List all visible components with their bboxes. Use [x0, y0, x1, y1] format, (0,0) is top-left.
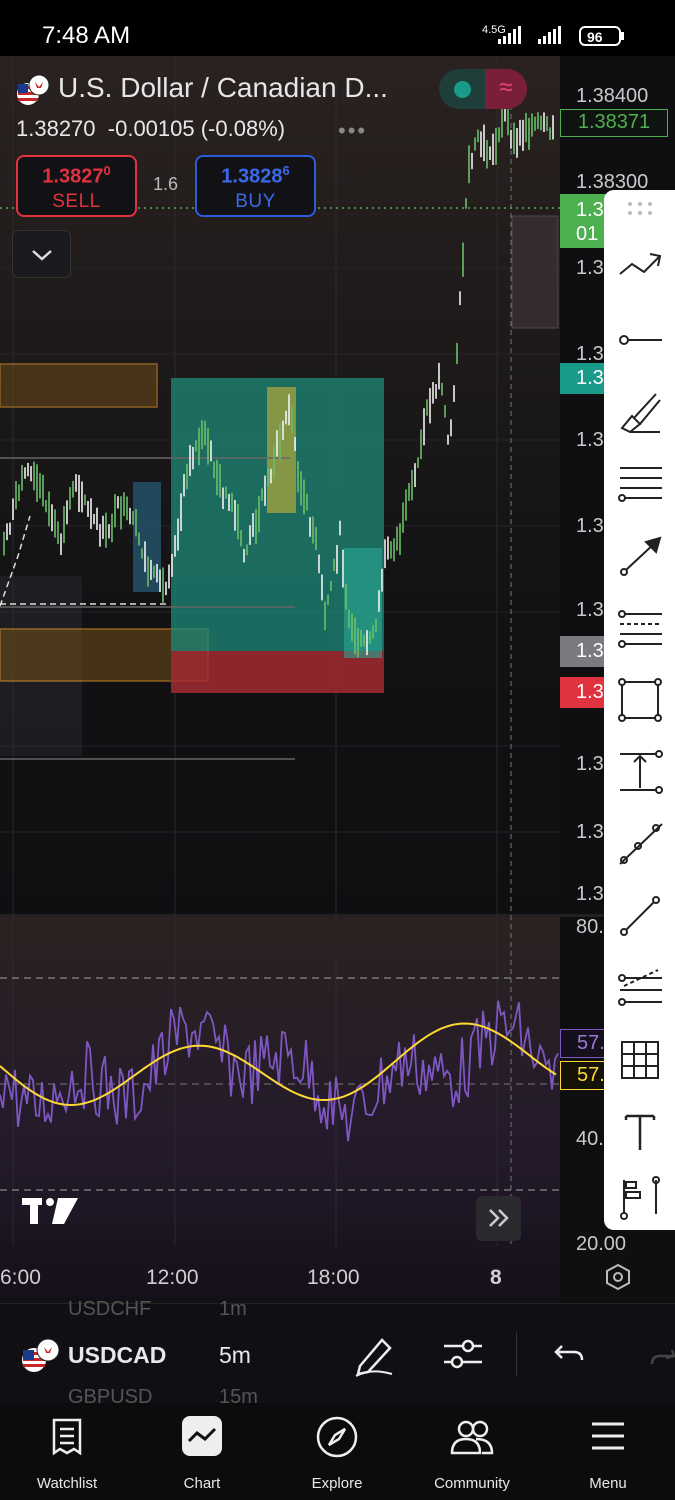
- buy-price: 1.3828: [221, 165, 283, 188]
- sell-price-small: 0: [103, 163, 111, 178]
- time-axis-label: 8: [490, 1266, 502, 1289]
- symbol-flag-icon: [20, 1338, 64, 1374]
- chart-icon: [182, 1416, 222, 1456]
- nav-chart[interactable]: Chart: [152, 1403, 252, 1500]
- indicator-settings-icon[interactable]: [442, 1334, 486, 1374]
- market-open-dot-icon: [454, 81, 471, 98]
- nav-label: Community: [434, 1475, 510, 1492]
- price-tag-teal: 1.3: [560, 363, 610, 394]
- price-axis-label: 1.3: [576, 429, 604, 451]
- toolbar-divider: [516, 1332, 517, 1376]
- interval-selector[interactable]: 5m: [219, 1342, 251, 1369]
- price-tag-red: 1.3: [560, 677, 610, 708]
- pitchfork-tool-icon[interactable]: [614, 962, 666, 1014]
- price-tag-green-bottom: 01: [576, 223, 599, 245]
- community-icon: [450, 1420, 494, 1455]
- toolbar-drag-handle-icon[interactable]: [614, 190, 666, 228]
- fib-channel-tool-icon[interactable]: [614, 602, 666, 654]
- symbol-title[interactable]: U.S. Dollar / Canadian D...: [58, 72, 388, 104]
- chevron-down-icon: [32, 250, 52, 261]
- compass-icon: [316, 1416, 358, 1458]
- sell-price: 1.3827: [42, 165, 104, 188]
- osc-axis-label: 80.: [576, 916, 604, 938]
- nav-explore[interactable]: Explore: [287, 1403, 387, 1500]
- price-tag-gray: 1.3: [560, 636, 610, 667]
- arrow-tool-icon[interactable]: [614, 530, 666, 582]
- rsi-value-tag: 57.: [560, 1029, 610, 1058]
- drawing-toolbar: [604, 190, 675, 1230]
- collapse-legend-button[interactable]: [12, 230, 71, 278]
- buy-price-small: 6: [282, 163, 290, 178]
- nav-label: Watchlist: [36, 1475, 98, 1492]
- price-tag-green: 1.3 01: [560, 194, 610, 248]
- last-price: 1.38270: [16, 116, 96, 141]
- nav-community[interactable]: Community: [422, 1403, 522, 1500]
- time-axis-label: 12:00: [146, 1266, 199, 1289]
- nav-label: Chart: [183, 1475, 221, 1492]
- sell-label: SELL: [52, 190, 101, 212]
- buy-button[interactable]: 1.38286 BUY: [195, 155, 316, 217]
- nav-label: Explore: [311, 1475, 363, 1492]
- indicator-wave-icon: ≈: [485, 69, 527, 109]
- price-axis-label: 1.38400: [576, 85, 649, 107]
- brush-tool-icon[interactable]: [614, 386, 666, 438]
- extended-line-tool-icon[interactable]: [614, 818, 666, 870]
- price-axis-label: 1.3: [576, 515, 604, 537]
- market-status-toggle[interactable]: ≈: [439, 69, 527, 109]
- chart-area[interactable]: 1.38400 1.38300 1.3 1.3 1.3 1.3 1.3 1.3 …: [0, 56, 675, 1303]
- chart-settings-icon[interactable]: [604, 1263, 632, 1291]
- time-axis-label: 6:00: [0, 1266, 41, 1289]
- osc-axis-label: 20.00: [576, 1233, 627, 1255]
- parallel-lines-tool-icon[interactable]: [614, 458, 666, 510]
- current-price-tag: 1.38371: [560, 109, 668, 137]
- sell-button[interactable]: 1.38270 SELL: [16, 155, 137, 217]
- horizontal-ray-tool-icon[interactable]: [614, 314, 666, 366]
- double-chevron-right-icon: [489, 1209, 509, 1227]
- more-options-icon[interactable]: •••: [338, 118, 367, 144]
- undo-icon[interactable]: [552, 1336, 586, 1370]
- ghost-interval-above: 1m: [219, 1298, 247, 1320]
- grid-tool-icon[interactable]: [614, 1034, 666, 1086]
- price-change: -0.00105 (-0.08%): [107, 116, 286, 141]
- symbol-flag-icon: [16, 74, 50, 108]
- status-time: 7:48 AM: [42, 22, 131, 49]
- scroll-to-realtime-button[interactable]: [476, 1196, 521, 1241]
- text-tool-icon[interactable]: [614, 1106, 666, 1158]
- ghost-symbol-above: USDCHF: [68, 1298, 152, 1320]
- menu-icon: [592, 1422, 624, 1450]
- drawing-pencil-icon[interactable]: [352, 1332, 396, 1378]
- symbol-toolbar: USDCHF 1m USDCAD 5m GBPUSD 15m: [0, 1298, 675, 1408]
- nav-watchlist[interactable]: Watchlist: [17, 1403, 117, 1500]
- price-axis-label: 1.3: [576, 821, 604, 843]
- bottom-nav: Watchlist Chart Explore Community Menu: [0, 1403, 675, 1500]
- symbol-selector[interactable]: USDCAD: [68, 1342, 166, 1369]
- price-summary: 1.38270 -0.00105 (-0.08%): [16, 116, 285, 142]
- price-axis-label: 1.3: [576, 257, 604, 279]
- time-axis-label: 18:00: [307, 1266, 360, 1289]
- price-axis-label: 1.3: [576, 883, 604, 905]
- price-axis-label: 1.3: [576, 599, 604, 621]
- price-tag-green-top: 1.3: [576, 199, 604, 221]
- watchlist-icon: [52, 1418, 82, 1456]
- spread-value: 1.6: [153, 174, 179, 194]
- ray-line-tool-icon[interactable]: [614, 890, 666, 942]
- redo-icon[interactable]: [646, 1340, 675, 1370]
- rectangle-tool-icon[interactable]: [614, 674, 666, 726]
- price-axis-label: 1.3: [576, 753, 604, 775]
- buy-label: BUY: [235, 190, 276, 212]
- trend-line-tool-icon[interactable]: [614, 242, 666, 294]
- battery-level: 96: [587, 29, 603, 45]
- nav-menu[interactable]: Menu: [558, 1403, 658, 1500]
- price-range-tool-icon[interactable]: [614, 746, 666, 798]
- flag-marker-tool-icon[interactable]: [614, 1172, 666, 1224]
- rsi-ma-value-tag: 57.: [560, 1061, 610, 1090]
- signal-battery-icons: [498, 26, 624, 46]
- osc-axis-label: 40.: [576, 1128, 604, 1150]
- status-bar: 7:48 AM 4.5G 96: [0, 0, 675, 56]
- nav-label: Menu: [589, 1475, 627, 1492]
